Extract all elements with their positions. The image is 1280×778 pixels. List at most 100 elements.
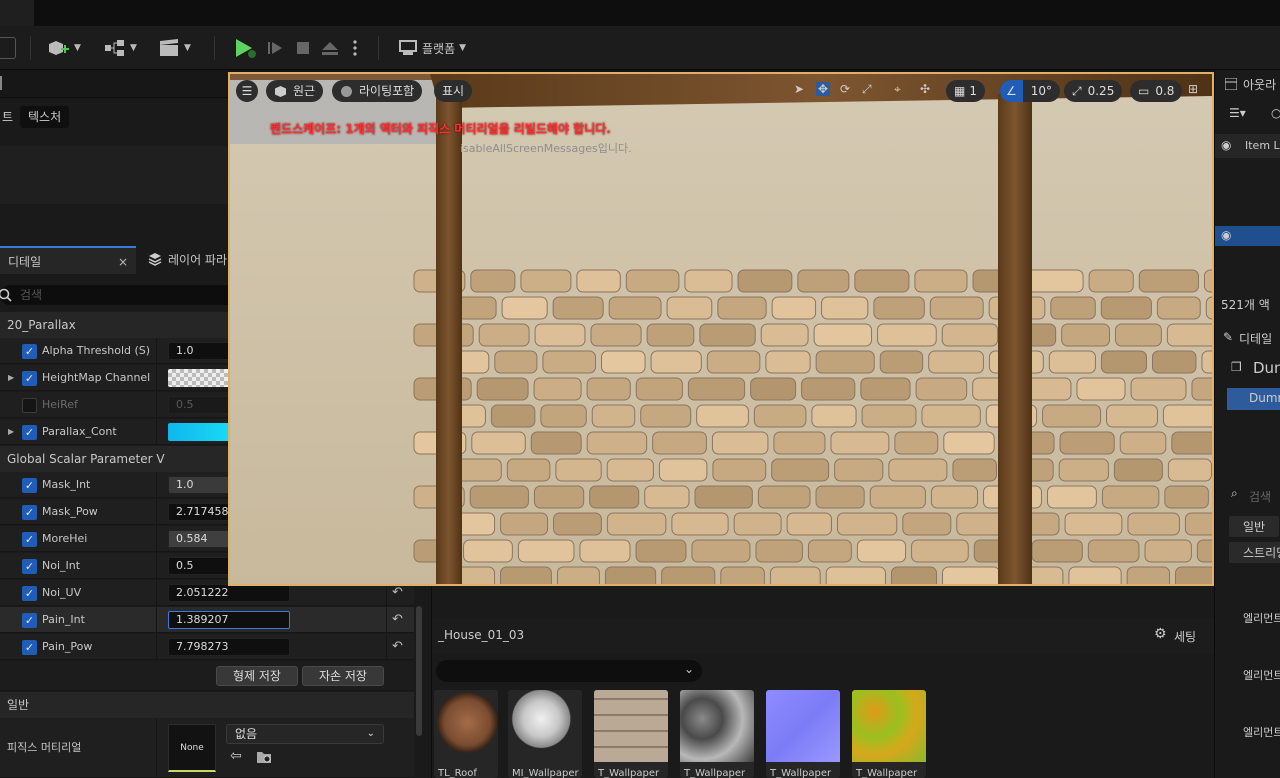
param-value-input[interactable]: 7.798273	[168, 638, 290, 656]
asset-tile[interactable]: T_Wallpaper	[852, 690, 926, 778]
item-label-column[interactable]: Item L	[1245, 139, 1280, 152]
brick	[463, 539, 513, 563]
tab-partial[interactable]: 트	[0, 106, 21, 128]
blueprint-icon	[105, 40, 124, 56]
grid-snap-button[interactable]: ▦ 1	[946, 80, 985, 102]
use-selected-arrow-icon[interactable]: ⇦	[230, 748, 242, 764]
override-checkbox[interactable]: ✓	[22, 425, 37, 440]
advance-frame-button[interactable]	[266, 34, 284, 62]
visibility-eye-icon[interactable]: ◉	[1221, 228, 1231, 242]
play-button[interactable]	[232, 34, 260, 62]
asset-thumbnail	[852, 690, 926, 762]
column-divider	[156, 499, 157, 525]
selected-actor-name: Dum	[1253, 359, 1280, 377]
scrollbar-thumb[interactable]	[416, 606, 422, 736]
override-checkbox[interactable]: ✓	[22, 532, 37, 547]
mode-dropdown[interactable]	[0, 37, 16, 59]
asset-tile[interactable]: T_Wallpaper	[680, 690, 754, 778]
blueprint-button[interactable]: ▼	[104, 34, 137, 62]
expand-arrow-icon[interactable]: ▶	[8, 373, 14, 382]
override-checkbox[interactable]: ✓	[22, 559, 37, 574]
lighting-button[interactable]: 라이팅포함	[332, 80, 423, 102]
save-child-button[interactable]: 자손 저장	[302, 666, 384, 686]
stop-button[interactable]	[294, 34, 312, 62]
override-checkbox[interactable]: ✓	[22, 613, 37, 628]
override-checkbox[interactable]: ✓	[22, 478, 37, 493]
brick	[1130, 377, 1187, 401]
platform-button[interactable]: 플랫폼 ▼	[398, 34, 466, 62]
override-checkbox[interactable]: ✓	[22, 505, 37, 520]
streaming-filter-button[interactable]: 스트리밍	[1229, 542, 1280, 563]
param-value-input[interactable]: 2.051222	[168, 584, 290, 602]
brick	[684, 269, 733, 293]
brick	[540, 404, 587, 428]
brick	[720, 566, 765, 584]
scale-snap-button[interactable]: ⤢ 0.25	[1064, 80, 1123, 102]
rotation-snap-button[interactable]: ∠ 10°	[1000, 80, 1061, 102]
asset-thumbnail	[680, 690, 754, 762]
chevron-down-icon: ▼	[130, 43, 137, 53]
brick	[834, 458, 884, 482]
asset-tile[interactable]: T_Wallpaper	[594, 690, 668, 778]
asset-tile[interactable]: T_Wallpaper	[766, 690, 840, 778]
scale-icon[interactable]: ⤢	[862, 82, 872, 97]
translate-icon[interactable]: ✥	[816, 82, 831, 96]
filter-icon[interactable]: ☰▾	[1229, 106, 1246, 120]
category-general[interactable]: 일반	[0, 692, 414, 718]
eject-button[interactable]	[320, 34, 340, 62]
expand-arrow-icon[interactable]: ▶	[8, 427, 14, 436]
override-checkbox[interactable]: ✓	[22, 344, 37, 359]
settings-label[interactable]: 세팅	[1174, 628, 1196, 645]
asset-tile[interactable]: TL_Roof	[434, 690, 498, 778]
param-value-input[interactable]: 1.389207	[168, 611, 290, 629]
tab-texture[interactable]: 텍스처	[20, 106, 70, 128]
override-checkbox[interactable]: ✓	[22, 371, 37, 386]
close-tab-icon[interactable]: ×	[118, 248, 128, 276]
outliner-tab-label[interactable]: 아웃라	[1243, 76, 1276, 93]
brick	[671, 512, 729, 536]
reset-arrow-icon[interactable]: ↶	[392, 585, 403, 600]
brick	[765, 350, 811, 374]
show-button[interactable]: 표시	[434, 80, 473, 102]
level-viewport[interactable]: ☰ 원근 라이팅포함 표시 ➤ ✥ ⟳ ⤢ ⌖ ✣ ▦ 1 ∠ 10° ⤢ 0.…	[228, 72, 1214, 586]
filter-dropdown[interactable]: ⌄	[436, 660, 702, 682]
override-checkbox[interactable]: ✓	[22, 640, 37, 655]
tab-details[interactable]: 디테일 ×	[0, 246, 136, 274]
select-arrow-icon[interactable]: ➤	[794, 82, 804, 96]
layout-grid-icon[interactable]: ⊞	[1188, 82, 1198, 96]
reset-arrow-icon[interactable]: ↶	[392, 612, 403, 627]
brick	[589, 485, 640, 509]
folder-path-breadcrumb[interactable]: _House_01_03	[438, 628, 524, 642]
brick	[652, 431, 707, 455]
add-actor-button[interactable]: ▼	[48, 34, 81, 62]
general-filter-button[interactable]: 일반	[1229, 516, 1280, 537]
asset-tile[interactable]: MI_Wallpaper	[508, 690, 582, 778]
override-checkbox[interactable]: ✓	[22, 586, 37, 601]
cinematics-button[interactable]: ▼	[158, 34, 191, 62]
surface-snap-icon[interactable]: ✣	[920, 82, 930, 96]
material-thumbnail[interactable]: None	[168, 724, 216, 772]
save-sibling-button[interactable]: 형제 저장	[216, 666, 298, 686]
override-checkbox[interactable]	[22, 398, 37, 413]
brick	[556, 566, 600, 584]
viewport-menu-button[interactable]: ☰	[236, 80, 258, 102]
level-tab[interactable]	[0, 0, 34, 26]
brick	[1175, 566, 1212, 584]
search-icon[interactable]: ○	[1271, 106, 1280, 120]
component-selected-row[interactable]: Dumr	[1227, 388, 1280, 410]
physical-material-dropdown[interactable]: 없음 ⌄	[226, 724, 384, 744]
camera-speed-button[interactable]: ▭ 0.8	[1130, 80, 1183, 102]
brick	[640, 404, 692, 428]
play-options-button[interactable]	[352, 34, 358, 62]
reset-arrow-icon[interactable]: ↶	[392, 639, 403, 654]
world-local-icon[interactable]: ⌖	[894, 82, 901, 97]
brick	[1113, 458, 1163, 482]
browse-folder-icon[interactable]	[256, 749, 272, 765]
outliner-selected-row[interactable]: ◉	[1215, 226, 1280, 246]
perspective-button[interactable]: 원근	[266, 80, 324, 102]
details-tab-label[interactable]: 디테일	[1239, 330, 1272, 347]
brick	[952, 458, 997, 482]
details-search-placeholder[interactable]: 검색	[1249, 488, 1271, 505]
rotate-icon[interactable]: ⟳	[840, 82, 850, 96]
settings-gear-icon[interactable]: ⚙	[1154, 626, 1167, 642]
